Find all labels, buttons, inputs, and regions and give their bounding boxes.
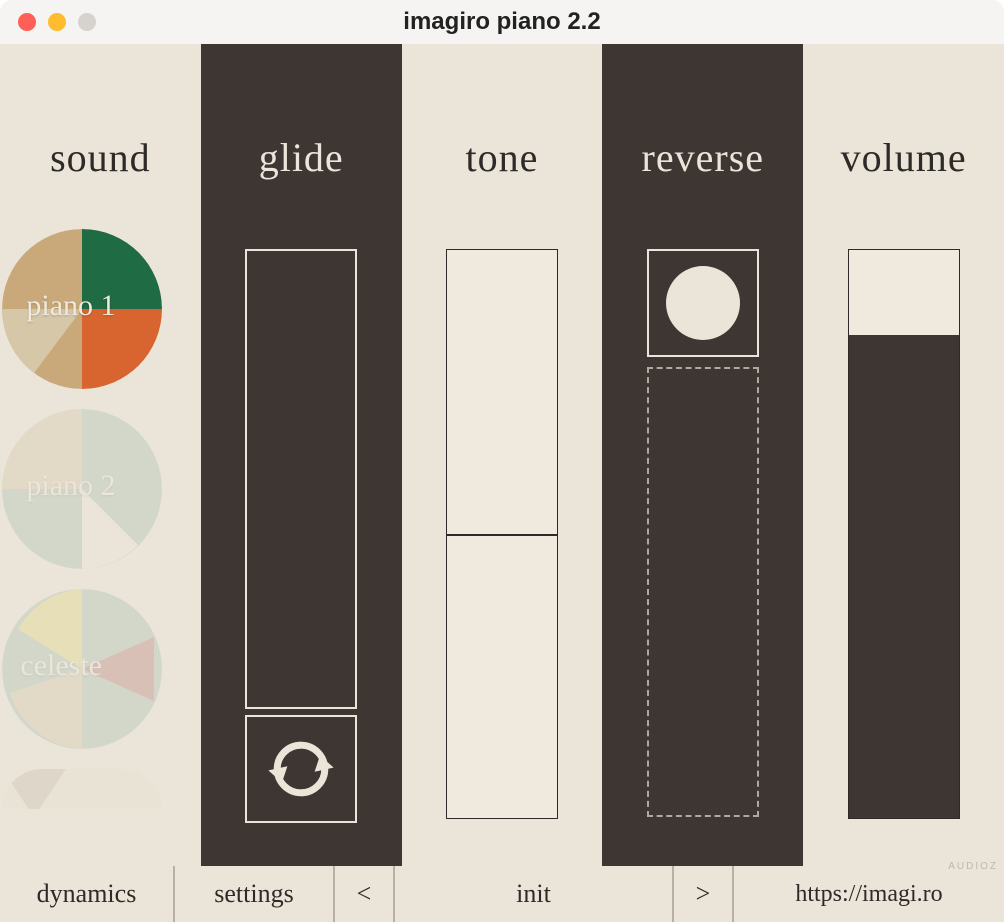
window-titlebar: imagiro piano 2.2 [0,0,1004,44]
tone-slider[interactable] [446,249,558,819]
glide-label: glide [259,134,344,181]
sound-item-celeste[interactable]: celeste [2,589,162,749]
volume-label: volume [841,134,967,181]
sound-item-more[interactable] [2,769,162,809]
cycle-icon [267,735,335,803]
sound-list: piano 1 piano 2 [0,229,201,809]
dynamics-button[interactable]: dynamics [0,866,175,922]
sound-column: sound piano 1 [0,44,201,866]
glide-cycle-button[interactable] [245,715,357,823]
settings-button[interactable]: settings [175,866,335,922]
volume-slider-fill [849,335,959,818]
volume-slider[interactable] [848,249,960,819]
circle-icon [666,266,740,340]
bottom-bar: dynamics settings < init > https://imagi… [0,866,1004,922]
volume-column: volume [803,44,1004,866]
preset-prev-button[interactable]: < [335,866,395,922]
glide-column: glide [201,44,402,866]
sound-item-piano-2[interactable]: piano 2 [2,409,162,569]
glide-slider[interactable] [245,249,357,709]
preset-name[interactable]: init [395,866,674,922]
sound-item-label: piano 1 [26,289,115,323]
reverse-label: reverse [642,134,764,181]
minimize-window-button[interactable] [48,13,66,31]
reverse-slider[interactable] [647,367,759,817]
preset-next-button[interactable]: > [674,866,734,922]
sound-item-label: celeste [20,649,102,683]
tone-column: tone [402,44,603,866]
sound-item-piano-1[interactable]: piano 1 [2,229,162,389]
plugin-body: sound piano 1 [0,44,1004,922]
reverse-toggle-button[interactable] [647,249,759,357]
reverse-column: reverse [602,44,803,866]
tone-slider-handle [447,534,557,536]
sound-label: sound [50,134,151,181]
tone-label: tone [466,134,539,181]
zoom-window-button[interactable] [78,13,96,31]
close-window-button[interactable] [18,13,36,31]
website-link[interactable]: https://imagi.ro [734,866,1004,922]
watermark: AUDIOZ [948,861,998,872]
window-title: imagiro piano 2.2 [0,8,1004,36]
sound-item-label: piano 2 [26,469,115,503]
